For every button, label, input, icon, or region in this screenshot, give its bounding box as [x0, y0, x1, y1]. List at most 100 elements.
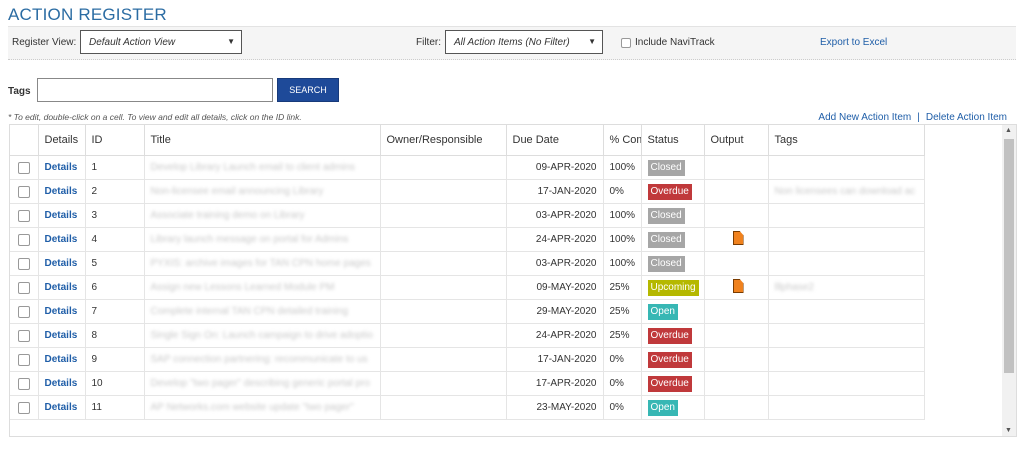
- owner-cell[interactable]: [380, 347, 507, 372]
- owner-cell[interactable]: [380, 203, 507, 228]
- details-link[interactable]: Details: [38, 155, 86, 180]
- due-date-cell[interactable]: 03-APR-2020: [506, 251, 604, 276]
- tags-cell[interactable]: [768, 347, 925, 372]
- row-checkbox[interactable]: [17, 257, 30, 270]
- due-date-cell[interactable]: 09-MAY-2020: [506, 275, 604, 300]
- due-date-cell[interactable]: 23-MAY-2020: [506, 395, 604, 420]
- tags-cell[interactable]: [768, 371, 925, 396]
- title-cell[interactable]: PYXIS: archive images for TAN CPN home p…: [144, 251, 381, 276]
- title-cell[interactable]: Non-licensee email announcing Library: [144, 179, 381, 204]
- details-link[interactable]: Details: [38, 323, 86, 348]
- id-cell[interactable]: 1: [85, 155, 145, 180]
- row-checkbox[interactable]: [17, 209, 30, 222]
- header-output[interactable]: Output: [704, 125, 769, 156]
- header-details[interactable]: Details: [38, 125, 86, 156]
- title-cell[interactable]: Assign new Lessons Learned Module PM: [144, 275, 381, 300]
- details-link[interactable]: Details: [38, 395, 86, 420]
- title-cell[interactable]: Associate training demo on Library: [144, 203, 381, 228]
- document-icon[interactable]: [732, 279, 744, 293]
- id-cell[interactable]: 10: [85, 371, 145, 396]
- owner-cell[interactable]: [380, 371, 507, 396]
- percent-complete-cell[interactable]: 0%: [603, 179, 642, 204]
- due-date-cell[interactable]: 24-APR-2020: [506, 323, 604, 348]
- tags-cell[interactable]: [768, 203, 925, 228]
- tags-cell[interactable]: [768, 299, 925, 324]
- owner-cell[interactable]: [380, 179, 507, 204]
- title-cell[interactable]: Develop "two pager" describing generic p…: [144, 371, 381, 396]
- header-owner[interactable]: Owner/Responsible: [380, 125, 507, 156]
- id-cell[interactable]: 4: [85, 227, 145, 252]
- tags-input[interactable]: [37, 78, 273, 102]
- due-date-cell[interactable]: 17-JAN-2020: [506, 179, 604, 204]
- details-link[interactable]: Details: [38, 179, 86, 204]
- tags-cell[interactable]: [768, 155, 925, 180]
- title-cell[interactable]: Single Sign On: Launch campaign to drive…: [144, 323, 381, 348]
- percent-complete-cell[interactable]: 100%: [603, 227, 642, 252]
- percent-complete-cell[interactable]: 0%: [603, 371, 642, 396]
- percent-complete-cell[interactable]: 0%: [603, 395, 642, 420]
- details-link[interactable]: Details: [38, 227, 86, 252]
- row-checkbox[interactable]: [17, 185, 30, 198]
- row-checkbox[interactable]: [17, 233, 30, 246]
- id-cell[interactable]: 6: [85, 275, 145, 300]
- header-id[interactable]: ID: [85, 125, 145, 156]
- id-cell[interactable]: 7: [85, 299, 145, 324]
- owner-cell[interactable]: [380, 251, 507, 276]
- percent-complete-cell[interactable]: 100%: [603, 155, 642, 180]
- tags-cell[interactable]: [768, 251, 925, 276]
- tags-cell[interactable]: [768, 227, 925, 252]
- row-checkbox[interactable]: [17, 329, 30, 342]
- owner-cell[interactable]: [380, 395, 507, 420]
- title-cell[interactable]: Complete internal TAN CPN detailed train…: [144, 299, 381, 324]
- title-cell[interactable]: Library launch message on portal for Adm…: [144, 227, 381, 252]
- export-to-excel-link[interactable]: Export to Excel: [820, 37, 887, 48]
- details-link[interactable]: Details: [38, 371, 86, 396]
- row-checkbox[interactable]: [17, 353, 30, 366]
- title-cell[interactable]: AP Networks.com website update "two page…: [144, 395, 381, 420]
- due-date-cell[interactable]: 17-JAN-2020: [506, 347, 604, 372]
- percent-complete-cell[interactable]: 25%: [603, 275, 642, 300]
- owner-cell[interactable]: [380, 275, 507, 300]
- vertical-scrollbar[interactable]: ▲ ▼: [1002, 125, 1016, 436]
- percent-complete-cell[interactable]: 25%: [603, 299, 642, 324]
- id-cell[interactable]: 2: [85, 179, 145, 204]
- header-title[interactable]: Title: [144, 125, 381, 156]
- due-date-cell[interactable]: 03-APR-2020: [506, 203, 604, 228]
- include-navitrack-checkbox[interactable]: [621, 38, 631, 48]
- title-cell[interactable]: Develop Library Launch email to client a…: [144, 155, 381, 180]
- scroll-up-icon[interactable]: ▲: [1005, 127, 1012, 134]
- id-cell[interactable]: 8: [85, 323, 145, 348]
- filter-select[interactable]: All Action Items (No Filter) ▼: [445, 30, 603, 54]
- due-date-cell[interactable]: 09-APR-2020: [506, 155, 604, 180]
- percent-complete-cell[interactable]: 0%: [603, 347, 642, 372]
- details-link[interactable]: Details: [38, 299, 86, 324]
- header-due-date[interactable]: Due Date: [506, 125, 604, 156]
- row-checkbox[interactable]: [17, 377, 30, 390]
- id-cell[interactable]: 9: [85, 347, 145, 372]
- owner-cell[interactable]: [380, 323, 507, 348]
- percent-complete-cell[interactable]: 25%: [603, 323, 642, 348]
- tags-cell[interactable]: [768, 323, 925, 348]
- due-date-cell[interactable]: 24-APR-2020: [506, 227, 604, 252]
- row-checkbox[interactable]: [17, 161, 30, 174]
- tags-cell[interactable]: [768, 395, 925, 420]
- details-link[interactable]: Details: [38, 251, 86, 276]
- search-button[interactable]: SEARCH: [277, 78, 339, 102]
- due-date-cell[interactable]: 29-MAY-2020: [506, 299, 604, 324]
- row-checkbox[interactable]: [17, 401, 30, 414]
- id-cell[interactable]: 11: [85, 395, 145, 420]
- title-cell[interactable]: SAP connection partnering: recommunicate…: [144, 347, 381, 372]
- scroll-down-icon[interactable]: ▼: [1005, 427, 1012, 434]
- scrollbar-thumb[interactable]: [1004, 139, 1014, 373]
- owner-cell[interactable]: [380, 299, 507, 324]
- add-new-action-item-link[interactable]: Add New Action Item: [818, 112, 911, 123]
- header-status[interactable]: Status: [641, 125, 705, 156]
- tags-cell[interactable]: Non licensees can download ac: [768, 179, 925, 204]
- id-cell[interactable]: 3: [85, 203, 145, 228]
- row-checkbox[interactable]: [17, 305, 30, 318]
- id-cell[interactable]: 5: [85, 251, 145, 276]
- register-view-select[interactable]: Default Action View ▼: [80, 30, 242, 54]
- details-link[interactable]: Details: [38, 275, 86, 300]
- percent-complete-cell[interactable]: 100%: [603, 203, 642, 228]
- row-checkbox[interactable]: [17, 281, 30, 294]
